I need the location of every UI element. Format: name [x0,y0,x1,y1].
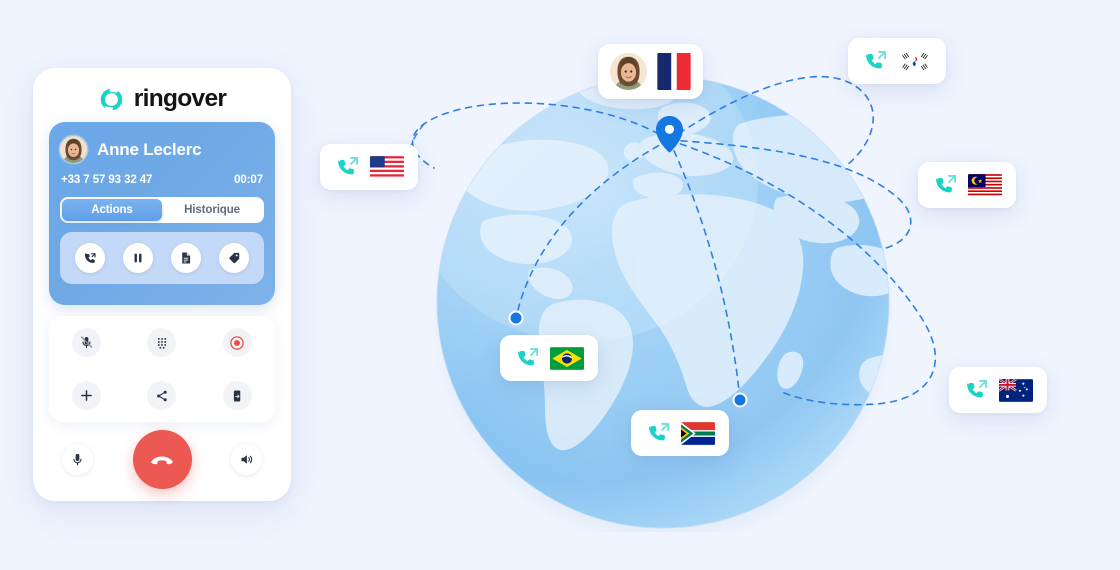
speaker-button[interactable] [231,443,262,475]
call-badge-france[interactable] [598,44,703,99]
tag-call-button[interactable] [219,243,249,273]
call-badge-south-korea[interactable] [848,38,946,84]
call-actions-tray [60,232,264,284]
contact-name: Anne Leclerc [97,140,202,159]
fr-flag [657,53,691,90]
tab-historique[interactable]: Historique [162,199,262,221]
tag-icon [229,252,240,264]
dialpad-icon [157,337,167,349]
outgoing-call-icon [866,51,887,69]
br-flag [550,346,584,370]
call-badge-australia[interactable] [949,367,1047,413]
speaker-icon [241,454,253,464]
record-icon [230,335,245,350]
call-badge-south-africa[interactable] [631,410,729,456]
brand-logo: ringover [33,68,291,126]
record-call-button[interactable] [222,328,252,357]
mute-microphone-button[interactable] [72,328,102,357]
call-controls-grid [49,316,275,422]
illustration-canvas: ringover Anne Leclerc +33 7 57 93 32 47 … [0,0,1120,570]
outgoing-call-icon [967,380,988,398]
plus-icon [81,390,93,401]
za-flag [681,421,715,445]
outgoing-call-icon [649,423,670,441]
tab-actions[interactable]: Actions [62,199,162,221]
call-meta-row: +33 7 57 93 32 47 00:07 [49,163,275,186]
microphone-button[interactable] [62,443,93,475]
outgoing-call-icon [338,157,359,175]
globe [433,72,893,532]
active-call-panel: Anne Leclerc +33 7 57 93 32 47 00:07 Act… [49,122,275,305]
pause-icon [134,253,142,263]
transfer-to-mobile-button[interactable] [222,381,252,410]
kr-flag [898,49,932,73]
brand-name: ringover [133,84,227,112]
globe-graphic [433,75,893,532]
call-tabs: Actions Historique [60,197,264,223]
share-icon [157,390,167,401]
call-badge-united-states[interactable] [320,144,418,190]
add-participant-button[interactable] [72,381,102,410]
call-transfer-button[interactable] [75,243,105,273]
share-button[interactable] [147,381,177,410]
call-bottom-bar [49,428,275,490]
au-flag [999,378,1033,402]
end-call-button[interactable] [132,429,192,489]
microphone-muted-icon [81,336,93,349]
softphone-card: ringover Anne Leclerc +33 7 57 93 32 47 … [33,68,291,501]
outgoing-call-icon [518,348,539,366]
outgoing-call-icon [936,175,957,193]
dialpad-button[interactable] [147,328,177,357]
call-badge-malaysia[interactable] [918,162,1016,208]
call-transfer-icon [84,252,96,263]
call-note-button[interactable] [171,243,201,273]
hangup-icon [151,456,173,465]
us-flag [370,155,404,179]
contact-avatar [610,53,647,90]
ringover-logo-icon [100,86,123,112]
call-duration: 00:07 [234,174,263,186]
pause-call-button[interactable] [123,243,153,273]
my-flag [968,173,1002,197]
call-badge-brazil[interactable] [500,335,598,381]
microphone-icon [73,453,82,465]
contact-row: Anne Leclerc [49,122,275,163]
contact-avatar [60,136,87,163]
transfer-to-mobile-icon [234,390,241,401]
note-document-icon [182,252,191,264]
phone-number: +33 7 57 93 32 47 [61,174,153,186]
